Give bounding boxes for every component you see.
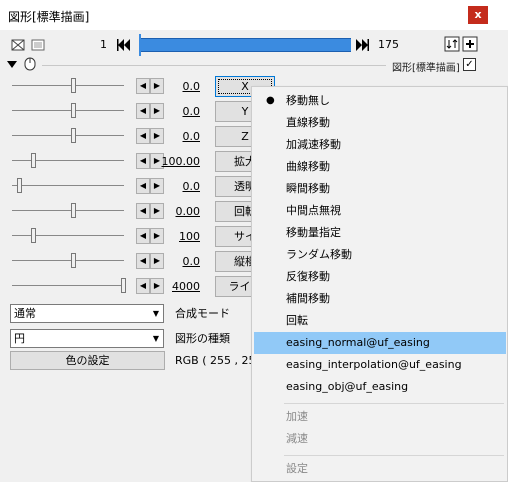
param-slider-thumb[interactable] <box>71 203 76 218</box>
param-slider-thumb[interactable] <box>121 278 126 293</box>
swap-icon[interactable] <box>444 36 460 52</box>
shape-type-label: 図形の種類 <box>175 332 230 345</box>
param-slider-track[interactable] <box>12 260 124 261</box>
menu-item[interactable]: 移動量指定 <box>254 222 506 244</box>
menu-item[interactable]: easing_interpolation@uf_easing <box>254 354 506 376</box>
menu-item[interactable]: ● 移動無し <box>254 90 506 112</box>
blend-mode-label: 合成モード <box>175 307 230 320</box>
menu-item[interactable]: easing_normal@uf_easing <box>254 332 506 354</box>
fast-forward-icon[interactable] <box>354 37 370 53</box>
shape-type-value: 円 <box>14 332 25 345</box>
param-value[interactable]: 0.00 <box>150 205 201 218</box>
menu-item-label: 直線移動 <box>286 116 330 129</box>
param-value[interactable]: 4000 <box>150 280 200 293</box>
param-value[interactable]: 0.0 <box>150 180 201 193</box>
title-bar: 図形[標準描画] x <box>0 0 508 30</box>
menu-item-label: easing_normal@uf_easing <box>286 336 430 349</box>
menu-item-label: 補間移動 <box>286 292 330 305</box>
section-divider <box>42 65 386 66</box>
movement-mode-menu: ● 移動無し直線移動加減速移動曲線移動瞬間移動中間点無視移動量指定ランダム移動 反復… <box>251 86 508 482</box>
shape-type-select[interactable]: 円 ▼ <box>10 329 164 348</box>
menu-item[interactable]: 中間点無視 <box>254 200 506 222</box>
param-slider-thumb[interactable] <box>31 228 36 243</box>
menu-item-label: ランダム移動 <box>286 248 352 261</box>
menu-item-label: 瞬間移動 <box>286 182 330 195</box>
param-slider-thumb[interactable] <box>71 253 76 268</box>
param-slider-track[interactable] <box>12 160 124 161</box>
left-arrow-icon[interactable]: ◀ <box>136 203 150 219</box>
chevron-down-icon: ▼ <box>152 334 160 343</box>
menu-item[interactable]: 反復移動 <box>254 266 506 288</box>
section-label: 図形[標準描画] <box>392 63 460 74</box>
menu-item-label: 回転 <box>286 314 308 327</box>
left-arrow-icon[interactable]: ◀ <box>136 128 150 144</box>
menu-item-settings: 設定 <box>286 462 308 475</box>
menu-item[interactable]: ランダム移動 <box>254 244 506 266</box>
blend-mode-select[interactable]: 通常 ▼ <box>10 304 164 323</box>
blend-mode-value: 通常 <box>14 307 36 320</box>
param-slider-track[interactable] <box>12 235 124 236</box>
rgb-value: RGB ( 255 , 255 <box>175 354 263 367</box>
param-slider-track[interactable] <box>12 210 124 211</box>
menu-item-label: 中間点無視 <box>286 204 341 217</box>
left-arrow-icon[interactable]: ◀ <box>136 278 150 294</box>
chevron-down-icon: ▼ <box>152 309 160 318</box>
param-value[interactable]: 0.0 <box>150 130 201 143</box>
left-arrow-icon[interactable]: ◀ <box>136 253 150 269</box>
param-slider-track[interactable] <box>12 285 124 286</box>
enable-checkbox[interactable]: ✓ <box>463 58 476 71</box>
menu-separator <box>284 455 504 456</box>
param-value[interactable]: 0.0 <box>150 105 201 118</box>
param-slider-track[interactable] <box>12 110 124 111</box>
collapse-arrow-icon[interactable] <box>7 61 17 69</box>
param-slider-thumb[interactable] <box>31 153 36 168</box>
param-value[interactable]: 0.0 <box>150 255 201 268</box>
param-value[interactable]: 100.00 <box>150 155 201 168</box>
menu-item-label: 加減速移動 <box>286 138 341 151</box>
menu-item-label: 移動量指定 <box>286 226 341 239</box>
object-settings-window: 図形[標準描画] x 1 175 図形[標準描画] ✓ ◀ ▶ 0.0 X ◀ ▶ 0.0 Y… <box>0 0 508 482</box>
param-value[interactable]: 100 <box>150 230 200 243</box>
param-value[interactable]: 0.0 <box>150 80 201 93</box>
param-slider-thumb[interactable] <box>71 78 76 93</box>
param-slider-thumb[interactable] <box>71 128 76 143</box>
menu-item[interactable]: 瞬間移動 <box>254 178 506 200</box>
menu-item[interactable]: 直線移動 <box>254 112 506 134</box>
camera-icon[interactable] <box>10 37 26 53</box>
menu-item-disabled: 加速 <box>286 410 308 423</box>
menu-separator <box>284 403 504 404</box>
menu-item-disabled: 減速 <box>286 432 308 445</box>
left-arrow-icon[interactable]: ◀ <box>136 153 150 169</box>
param-slider-track[interactable] <box>12 185 124 186</box>
add-icon[interactable] <box>462 36 478 52</box>
menu-item[interactable]: 曲線移動 <box>254 156 506 178</box>
param-slider-track[interactable] <box>12 85 124 86</box>
left-arrow-icon[interactable]: ◀ <box>136 178 150 194</box>
param-slider-thumb[interactable] <box>71 103 76 118</box>
window-title: 図形[標準描画] <box>8 10 90 24</box>
selected-bullet-icon: ● <box>266 95 275 106</box>
menu-item-label: easing_obj@uf_easing <box>286 380 409 393</box>
left-arrow-icon[interactable]: ◀ <box>136 103 150 119</box>
menu-item-label: 移動無し <box>286 94 330 107</box>
left-arrow-icon[interactable]: ◀ <box>136 78 150 94</box>
param-slider-track[interactable] <box>12 135 124 136</box>
image-icon[interactable] <box>30 37 46 53</box>
menu-item-label: 曲線移動 <box>286 160 330 173</box>
close-button[interactable]: x <box>468 6 488 24</box>
mouse-icon <box>24 57 36 71</box>
timeline-bar[interactable] <box>141 38 351 52</box>
menu-item[interactable]: 補間移動 <box>254 288 506 310</box>
frame-end: 175 <box>378 38 399 51</box>
menu-item-label: easing_interpolation@uf_easing <box>286 358 462 371</box>
menu-item-label: 反復移動 <box>286 270 330 283</box>
menu-item[interactable]: easing_obj@uf_easing <box>254 376 506 398</box>
color-settings-button[interactable]: 色の設定 <box>10 351 165 370</box>
rewind-icon[interactable] <box>116 37 132 53</box>
param-slider-thumb[interactable] <box>17 178 22 193</box>
frame-start: 1 <box>100 38 107 51</box>
menu-item[interactable]: 加減速移動 <box>254 134 506 156</box>
left-arrow-icon[interactable]: ◀ <box>136 228 150 244</box>
menu-item[interactable]: 回転 <box>254 310 506 332</box>
